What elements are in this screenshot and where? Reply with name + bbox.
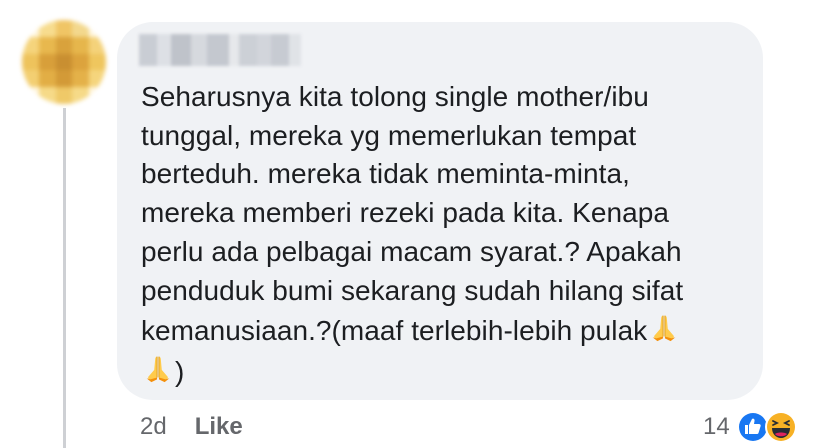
comment-text: Seharusnya kita tolong single mother/ibu… (141, 78, 741, 392)
thread-line (63, 108, 66, 448)
comment-line-6: penduduk bumi sekarang sudah hilang sifa… (141, 274, 684, 306)
avatar[interactable] (22, 20, 106, 104)
comment-line-1: Seharusnya kita tolong single mother/ibu (141, 81, 649, 112)
haha-reaction-icon (764, 411, 797, 443)
folded-hands-icon (652, 315, 676, 342)
comment-line-3: berteduh. mereka tidak meminta-minta, (141, 158, 630, 190)
comment-timestamp[interactable]: 2d (140, 413, 167, 441)
comment-line-5: perlu ada pelbagai macam syarat.? Apakah (141, 235, 682, 267)
comment-bubble: Seharusnya kita tolong single mother/ibu… (117, 22, 763, 400)
reaction-count[interactable]: 14 (703, 413, 730, 441)
comment-line-7: kemanusiaan.?(maaf terlebih-lebih pulak (141, 315, 648, 347)
comment-meta: 2d Like (140, 413, 243, 441)
like-button[interactable]: Like (195, 413, 243, 441)
comment-line-2: tunggal, mereka yg memerlukan tempat (141, 119, 637, 151)
comment-line-4: mereka memberi rezeki pada kita. Kenapa (141, 197, 669, 229)
folded-hands-icon (146, 356, 170, 383)
author-name-blurred[interactable] (139, 34, 301, 66)
reaction-summary[interactable]: 14 (703, 410, 798, 444)
comment-thread: Seharusnya kita tolong single mother/ibu… (0, 0, 827, 448)
comment-closing-paren: ) (175, 355, 185, 387)
